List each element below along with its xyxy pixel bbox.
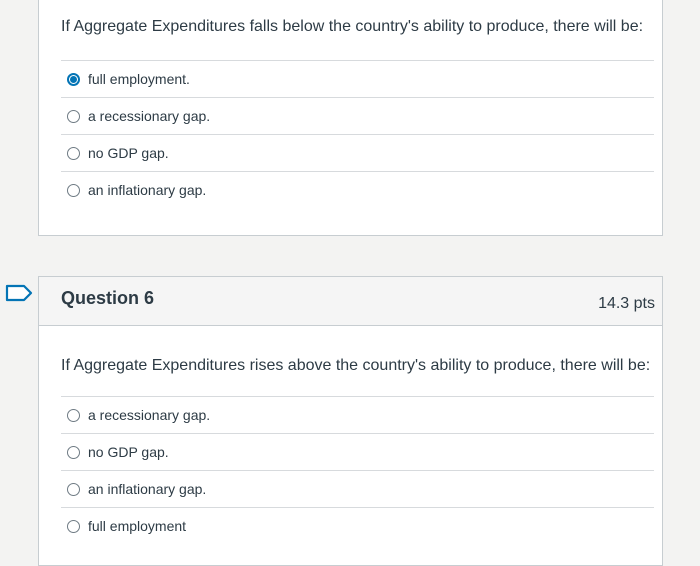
answer-option[interactable]: a recessionary gap. (61, 97, 654, 134)
question-5-answers: full employment. a recessionary gap. no … (61, 60, 654, 208)
radio-icon[interactable] (67, 519, 80, 533)
radio-selected-icon[interactable] (67, 72, 80, 86)
answer-label: a recessionary gap. (88, 108, 211, 124)
question-header: Question 6 14.3 pts (39, 277, 662, 326)
answer-option[interactable]: an inflationary gap. (61, 470, 654, 507)
question-5-card: If Aggregate Expenditures falls below th… (38, 0, 663, 236)
question-5-prompt: If Aggregate Expenditures falls below th… (61, 18, 644, 35)
radio-icon[interactable] (67, 146, 80, 160)
answer-option[interactable]: a recessionary gap. (61, 396, 654, 433)
answer-label: full employment (88, 518, 187, 534)
bookmark-flag-icon[interactable] (4, 283, 34, 303)
answer-label: no GDP gap. (88, 444, 169, 460)
answer-option[interactable]: no GDP gap. (61, 134, 654, 171)
radio-icon[interactable] (67, 445, 80, 459)
answer-option[interactable]: full employment. (61, 60, 654, 97)
radio-icon[interactable] (67, 408, 80, 422)
question-6-prompt: If Aggregate Expenditures rises above th… (61, 357, 651, 374)
question-6-card: Question 6 14.3 pts If Aggregate Expendi… (38, 276, 663, 566)
radio-icon[interactable] (67, 482, 80, 496)
answer-label: an inflationary gap. (88, 481, 207, 497)
question-6-answers: a recessionary gap. no GDP gap. an infla… (61, 396, 654, 544)
radio-icon[interactable] (67, 109, 80, 123)
radio-icon[interactable] (67, 183, 80, 197)
answer-option[interactable]: full employment (61, 507, 654, 544)
answer-label: no GDP gap. (88, 145, 169, 161)
question-title: Question 6 (61, 288, 155, 308)
answer-option[interactable]: no GDP gap. (61, 433, 654, 470)
answer-label: full employment. (88, 71, 190, 87)
answer-label: an inflationary gap. (88, 182, 207, 198)
question-points: 14.3 pts (598, 295, 655, 312)
answer-option[interactable]: an inflationary gap. (61, 171, 654, 208)
answer-label: a recessionary gap. (88, 407, 211, 423)
